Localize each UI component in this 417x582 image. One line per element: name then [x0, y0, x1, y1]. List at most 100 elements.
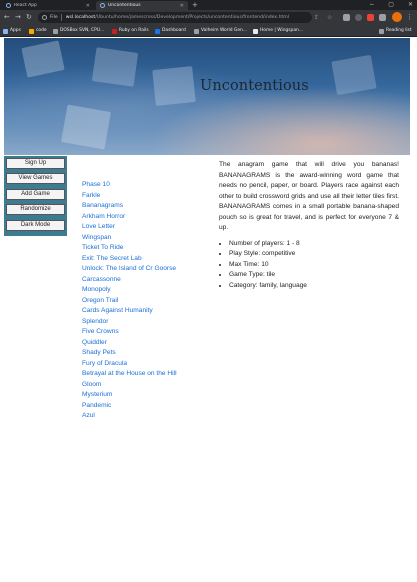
bookmarks-bar: Apps code DOSBox SVN, CPU... Ruby on Rai… — [0, 25, 417, 37]
reload-icon[interactable]: ↻ — [26, 12, 32, 23]
sidebar: Sign Up View Games Add Game Randomize Da… — [4, 156, 67, 236]
game-link[interactable]: Mysterium — [82, 391, 112, 398]
bookmark-dosbox[interactable]: DOSBox SVN, CPU... — [53, 27, 104, 35]
rails-icon — [112, 28, 117, 34]
info-icon[interactable] — [42, 15, 47, 20]
list-item: Bananagrams — [82, 201, 177, 212]
game-link[interactable]: Bananagrams — [82, 202, 123, 209]
list-item: Oregon Trail — [82, 296, 177, 307]
letter-tile-image — [91, 47, 139, 87]
tab-title: React App — [14, 3, 37, 8]
add-game-button[interactable]: Add Game — [6, 189, 65, 200]
bookmark-star-icon[interactable]: ☆ — [327, 13, 332, 22]
game-link[interactable]: Ticket To Ride — [82, 244, 123, 251]
address-bar-actions: ⇪ ☆ — [314, 13, 332, 22]
list-item: Splendor — [82, 317, 177, 328]
list-item: Arkham Horror — [82, 212, 177, 223]
wingspan-icon — [253, 28, 258, 34]
list-item: Quiddler — [82, 338, 177, 349]
address-bar[interactable]: File wsl.localhost /Ubuntu/home/jamescro… — [38, 12, 312, 23]
game-link[interactable]: Fury of Dracula — [82, 360, 127, 367]
game-facts: Number of players: 1 - 8Play Style: comp… — [229, 239, 399, 292]
game-link[interactable]: Quiddler — [82, 339, 107, 346]
bookmark-wingspan[interactable]: Home | Wingspan... — [253, 27, 303, 35]
close-window-icon[interactable]: ✕ — [408, 0, 413, 10]
bookmark-label: Apps — [10, 28, 21, 33]
game-link[interactable]: Farkle — [82, 192, 100, 199]
list-item: Betrayal at the House on the Hill — [82, 369, 177, 380]
tab-uncontentious[interactable]: Uncontentious ✕ — [96, 1, 188, 10]
game-link[interactable]: Cards Against Humanity — [82, 307, 153, 314]
forward-arrow-icon[interactable]: → — [15, 12, 21, 23]
list-item: Mysterium — [82, 390, 177, 401]
game-link[interactable]: Shady Pets — [82, 349, 116, 356]
tab-react-app[interactable]: React App ✕ — [2, 1, 94, 10]
tab-title: Uncontentious — [108, 3, 141, 8]
valheim-icon — [194, 28, 199, 34]
share-icon[interactable]: ⇪ — [314, 13, 319, 22]
extension-icon[interactable] — [355, 14, 362, 21]
game-link[interactable]: Unlock: The Island of Cr Goorse — [82, 265, 176, 272]
list-item: Unlock: The Island of Cr Goorse — [82, 264, 177, 275]
list-item: Exit: The Secret Lab — [82, 254, 177, 265]
close-icon[interactable]: ✕ — [180, 3, 184, 9]
game-link[interactable]: Phase 10 — [82, 181, 110, 188]
hero-banner: Uncontentious — [4, 38, 410, 155]
letter-tile-image — [152, 66, 196, 106]
list-item: Gloom — [82, 380, 177, 391]
back-arrow-icon[interactable]: ← — [4, 12, 10, 23]
address-scheme: File — [50, 15, 58, 20]
address-host: wsl.localhost — [65, 15, 96, 20]
dark-mode-button[interactable]: Dark Mode — [6, 220, 65, 231]
game-link[interactable]: Azul — [82, 412, 95, 419]
bookmark-label: Home | Wingspan... — [260, 28, 304, 33]
game-fact: Category: family, language — [229, 281, 399, 292]
bookmark-code[interactable]: code — [29, 27, 47, 35]
game-link[interactable]: Oregon Trail — [82, 297, 118, 304]
reading-list[interactable]: Reading list — [379, 27, 412, 35]
extension-icon[interactable] — [343, 14, 350, 21]
game-link[interactable]: Monopoly — [82, 286, 111, 293]
game-link[interactable]: Five Crowns — [82, 328, 119, 335]
react-favicon-icon — [6, 3, 11, 8]
bookmark-dashboard[interactable]: Dashboard — [155, 27, 186, 35]
list-item: Azul — [82, 411, 177, 422]
game-link[interactable]: Betrayal at the House on the Hill — [82, 370, 177, 377]
list-item: Pandemic — [82, 401, 177, 412]
bookmark-valheim[interactable]: Valheim World Gen... — [194, 27, 247, 35]
game-link[interactable]: Arkham Horror — [82, 213, 125, 220]
list-item: Five Crowns — [82, 327, 177, 338]
reading-list-label: Reading list — [386, 28, 412, 33]
apps-grid-icon — [3, 28, 8, 34]
minimize-icon[interactable]: − — [369, 0, 374, 10]
game-link[interactable]: Exit: The Secret Lab — [82, 255, 142, 262]
game-link[interactable]: Love Letter — [82, 223, 115, 230]
bookmark-apps[interactable]: Apps — [3, 27, 21, 35]
letter-tile-image — [61, 104, 111, 150]
profile-avatar[interactable] — [392, 12, 402, 22]
game-link[interactable]: Splendor — [82, 318, 108, 325]
letter-tile-image — [21, 40, 65, 78]
new-tab-button[interactable]: + — [192, 1, 198, 10]
bookmark-label: Ruby on Rails — [119, 28, 149, 33]
game-details: The anagram game that will drive you ban… — [219, 160, 399, 291]
game-link[interactable]: Gloom — [82, 381, 101, 388]
list-item: Wingspan — [82, 233, 177, 244]
sign-up-button[interactable]: Sign Up — [6, 158, 65, 169]
close-icon[interactable]: ✕ — [86, 3, 90, 9]
address-path: /Ubuntu/home/jamescross/Development/Proj… — [95, 15, 290, 20]
randomize-button[interactable]: Randomize — [6, 204, 65, 215]
bookmark-label: code — [36, 28, 47, 33]
maximize-icon[interactable]: ▢ — [388, 0, 394, 10]
extension-icon[interactable] — [367, 14, 374, 21]
game-list: Phase 10 Farkle Bananagrams Arkham Horror Lo… — [82, 180, 177, 422]
game-link[interactable]: Wingspan — [82, 234, 111, 241]
puzzle-extensions-icon[interactable] — [379, 14, 386, 21]
menu-icon[interactable]: ⋮ — [406, 12, 413, 23]
game-link[interactable]: Pandemic — [82, 402, 111, 409]
game-link[interactable]: Carcassonne — [82, 276, 121, 283]
bookmark-ruby-on-rails[interactable]: Ruby on Rails — [112, 27, 149, 35]
view-games-button[interactable]: View Games — [6, 173, 65, 184]
list-item: Carcassonne — [82, 275, 177, 286]
list-item: Phase 10 — [82, 180, 177, 191]
